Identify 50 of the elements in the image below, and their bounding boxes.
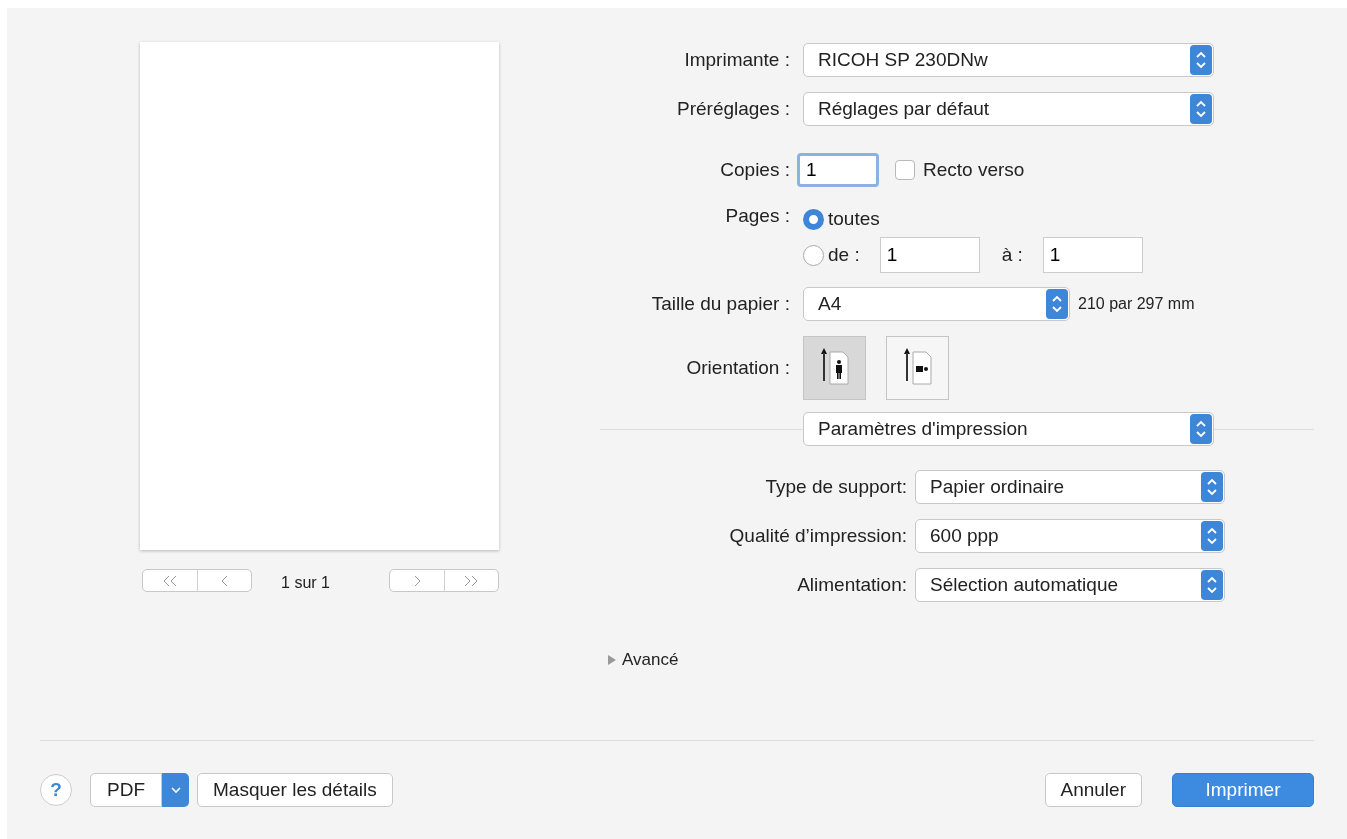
paper-dimensions: 210 par 297 mm bbox=[1078, 295, 1195, 313]
stepper-icon bbox=[1190, 414, 1212, 444]
copies-field[interactable]: 1 bbox=[797, 153, 879, 187]
stepper-icon bbox=[1201, 521, 1223, 551]
pdf-dropdown-button[interactable] bbox=[162, 773, 189, 808]
advanced-disclosure[interactable]: Avancé bbox=[606, 650, 679, 670]
stepper-icon bbox=[1201, 570, 1223, 600]
print-button[interactable]: Imprimer bbox=[1172, 773, 1314, 808]
radio-label: toutes bbox=[828, 208, 880, 230]
popup-menu[interactable]: Papier ordinaire bbox=[915, 470, 1225, 504]
page-indicator: 1 sur 1 bbox=[281, 573, 330, 592]
pdf-button[interactable]: PDF bbox=[90, 773, 162, 808]
to-page-field[interactable]: 1 bbox=[1042, 237, 1143, 273]
stepper-icon bbox=[1046, 289, 1068, 319]
double-chevron-right-icon bbox=[463, 574, 480, 587]
chevron-down-icon bbox=[170, 786, 181, 794]
stepper-icon bbox=[1201, 472, 1223, 502]
popup-menu[interactable]: Réglages par défaut bbox=[803, 92, 1214, 126]
cancel-button[interactable]: Annuler bbox=[1044, 773, 1142, 808]
radio-button[interactable] bbox=[803, 208, 824, 230]
field-label: Préréglages : bbox=[676, 98, 790, 120]
field-label: Orientation : bbox=[685, 357, 790, 379]
landscape-orientation-button[interactable] bbox=[886, 336, 949, 400]
field-label: Imprimante : bbox=[683, 49, 790, 71]
chevron-right-icon bbox=[413, 574, 421, 587]
popup-menu[interactable]: RICOH SP 230DNw bbox=[803, 43, 1214, 77]
hide-details-button[interactable]: Masquer les détails bbox=[197, 773, 393, 808]
field-label: Taille du papier : bbox=[650, 293, 790, 315]
from-page-field[interactable]: 1 bbox=[879, 237, 980, 273]
stepper-icon bbox=[1190, 94, 1212, 124]
radio-button[interactable] bbox=[803, 244, 824, 266]
field-label: Qualité d’impression: bbox=[728, 525, 907, 547]
field-label: Copies : bbox=[719, 159, 790, 181]
popup-menu[interactable]: 600 ppp bbox=[915, 519, 1225, 553]
field-label: Pages : bbox=[724, 204, 790, 227]
help-button[interactable]: ? bbox=[40, 774, 72, 807]
triangle-right-icon bbox=[606, 654, 618, 666]
double-chevron-left-icon bbox=[162, 574, 178, 587]
field-label: à : bbox=[1001, 244, 1023, 266]
popup-menu[interactable]: Paramètres d'impression bbox=[803, 412, 1214, 446]
stepper-icon bbox=[1190, 45, 1212, 75]
checkbox-label: Recto verso bbox=[923, 159, 1025, 181]
chevron-left-icon bbox=[220, 574, 229, 587]
field-label: Type de support: bbox=[764, 476, 907, 498]
radio-label: de : bbox=[828, 244, 860, 266]
checkbox[interactable] bbox=[895, 160, 915, 180]
popup-menu[interactable]: Sélection automatique bbox=[915, 568, 1225, 602]
popup-menu[interactable]: A4 bbox=[803, 287, 1070, 321]
field-label: Alimentation: bbox=[796, 574, 907, 596]
portrait-orientation-button[interactable] bbox=[803, 336, 866, 400]
